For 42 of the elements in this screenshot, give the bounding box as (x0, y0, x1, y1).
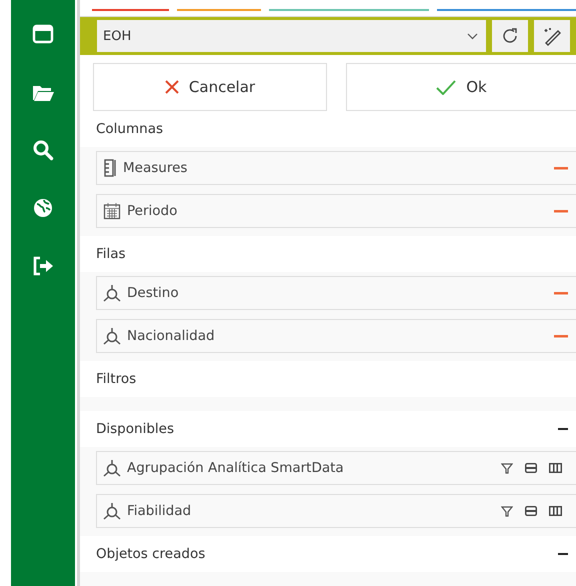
wand-button[interactable] (534, 20, 570, 52)
filter-icon[interactable] (501, 506, 513, 516)
rows-icon[interactable] (525, 506, 537, 516)
section-title: Filtros (96, 371, 136, 387)
hierarchy-icon (103, 459, 121, 477)
filter-icon[interactable] (501, 462, 513, 474)
ok-button[interactable]: Ok (346, 63, 576, 111)
refresh-button[interactable] (492, 20, 528, 52)
window-icon[interactable] (31, 22, 55, 46)
hierarchy-icon (103, 502, 121, 520)
search-icon[interactable] (31, 138, 55, 162)
section-title: Filas (96, 246, 126, 262)
close-icon (164, 80, 179, 94)
cancel-button[interactable]: Cancelar (93, 63, 327, 111)
remove-icon[interactable] (554, 292, 568, 294)
remove-icon[interactable] (554, 210, 568, 212)
hierarchy-icon (103, 327, 121, 345)
field-item[interactable]: Destino (96, 276, 576, 310)
field-item[interactable]: Periodo (96, 194, 576, 228)
section-title: Objetos creados (96, 546, 206, 562)
remove-icon[interactable] (554, 334, 568, 338)
globe-icon[interactable] (31, 196, 55, 220)
calendar-icon (103, 202, 121, 220)
collapse-icon[interactable] (558, 428, 568, 430)
hierarchy-icon (103, 284, 121, 302)
section-title: Disponibles (96, 421, 174, 437)
ruler-icon (103, 159, 117, 177)
chevron-down-icon[interactable] (467, 32, 478, 40)
field-item[interactable]: Nacionalidad (96, 319, 576, 353)
field-item[interactable]: Measures (96, 151, 576, 185)
columns-icon[interactable] (549, 506, 562, 516)
columns-icon[interactable] (549, 463, 562, 473)
check-icon (436, 80, 456, 94)
logout-icon[interactable] (31, 254, 55, 278)
remove-icon[interactable] (554, 166, 568, 170)
dropdown[interactable]: EOH (97, 20, 486, 52)
wand-icon[interactable] (542, 26, 562, 46)
field-item[interactable]: Agrupación Analítica SmartData (96, 451, 576, 485)
collapse-icon[interactable] (558, 552, 568, 556)
rows-icon[interactable] (525, 463, 537, 473)
field-item[interactable]: Fiabilidad (96, 494, 576, 528)
section-title: Columnas (96, 121, 164, 137)
